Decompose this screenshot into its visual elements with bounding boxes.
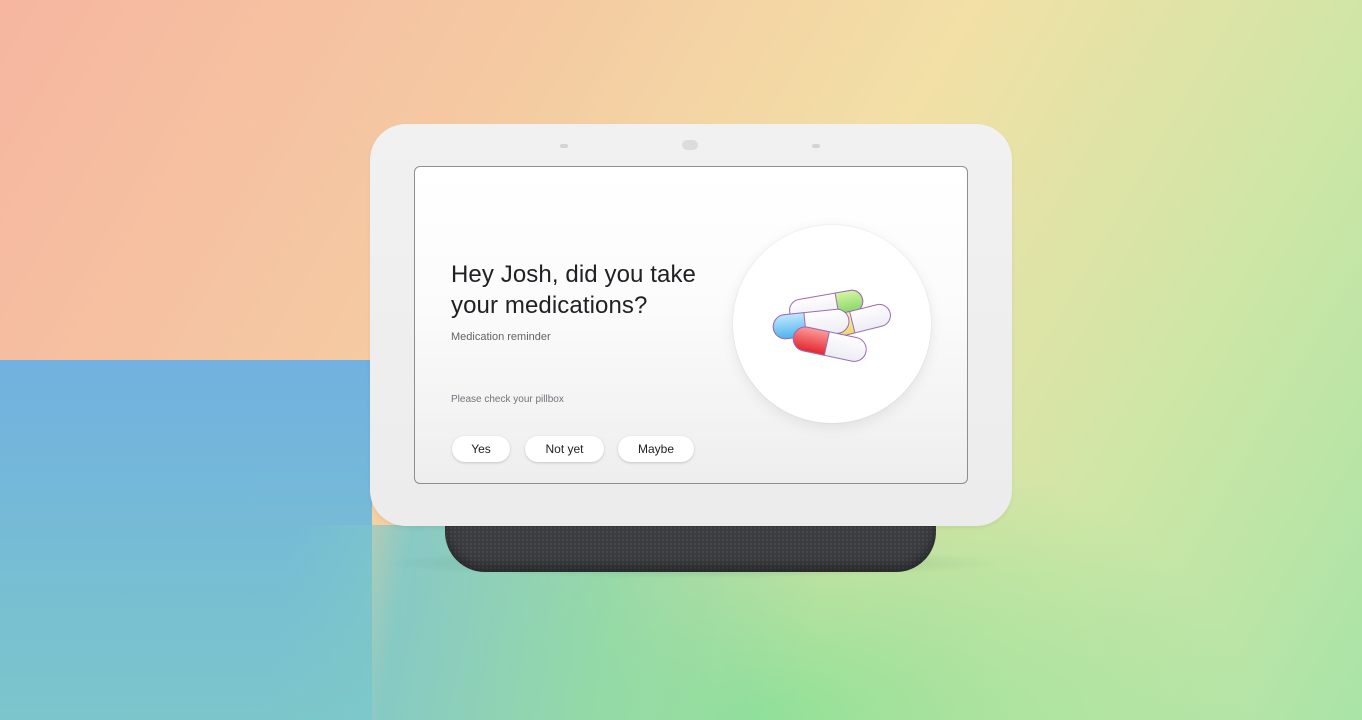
light-sensor-right bbox=[812, 144, 820, 148]
pill-illustration-circle bbox=[733, 225, 931, 423]
maybe-button[interactable]: Maybe bbox=[618, 436, 694, 462]
yes-button[interactable]: Yes bbox=[452, 436, 510, 462]
display-screen: Hey Josh, did you take your medications?… bbox=[414, 166, 968, 484]
pills-icon bbox=[772, 289, 891, 362]
camera-icon bbox=[682, 140, 698, 150]
light-sensor-left bbox=[560, 144, 568, 148]
pillbox-note: Please check your pillbox bbox=[451, 394, 564, 405]
reminder-subtitle: Medication reminder bbox=[451, 331, 551, 343]
reminder-headline: Hey Josh, did you take your medications? bbox=[451, 261, 697, 319]
not-yet-button[interactable]: Not yet bbox=[525, 436, 604, 462]
